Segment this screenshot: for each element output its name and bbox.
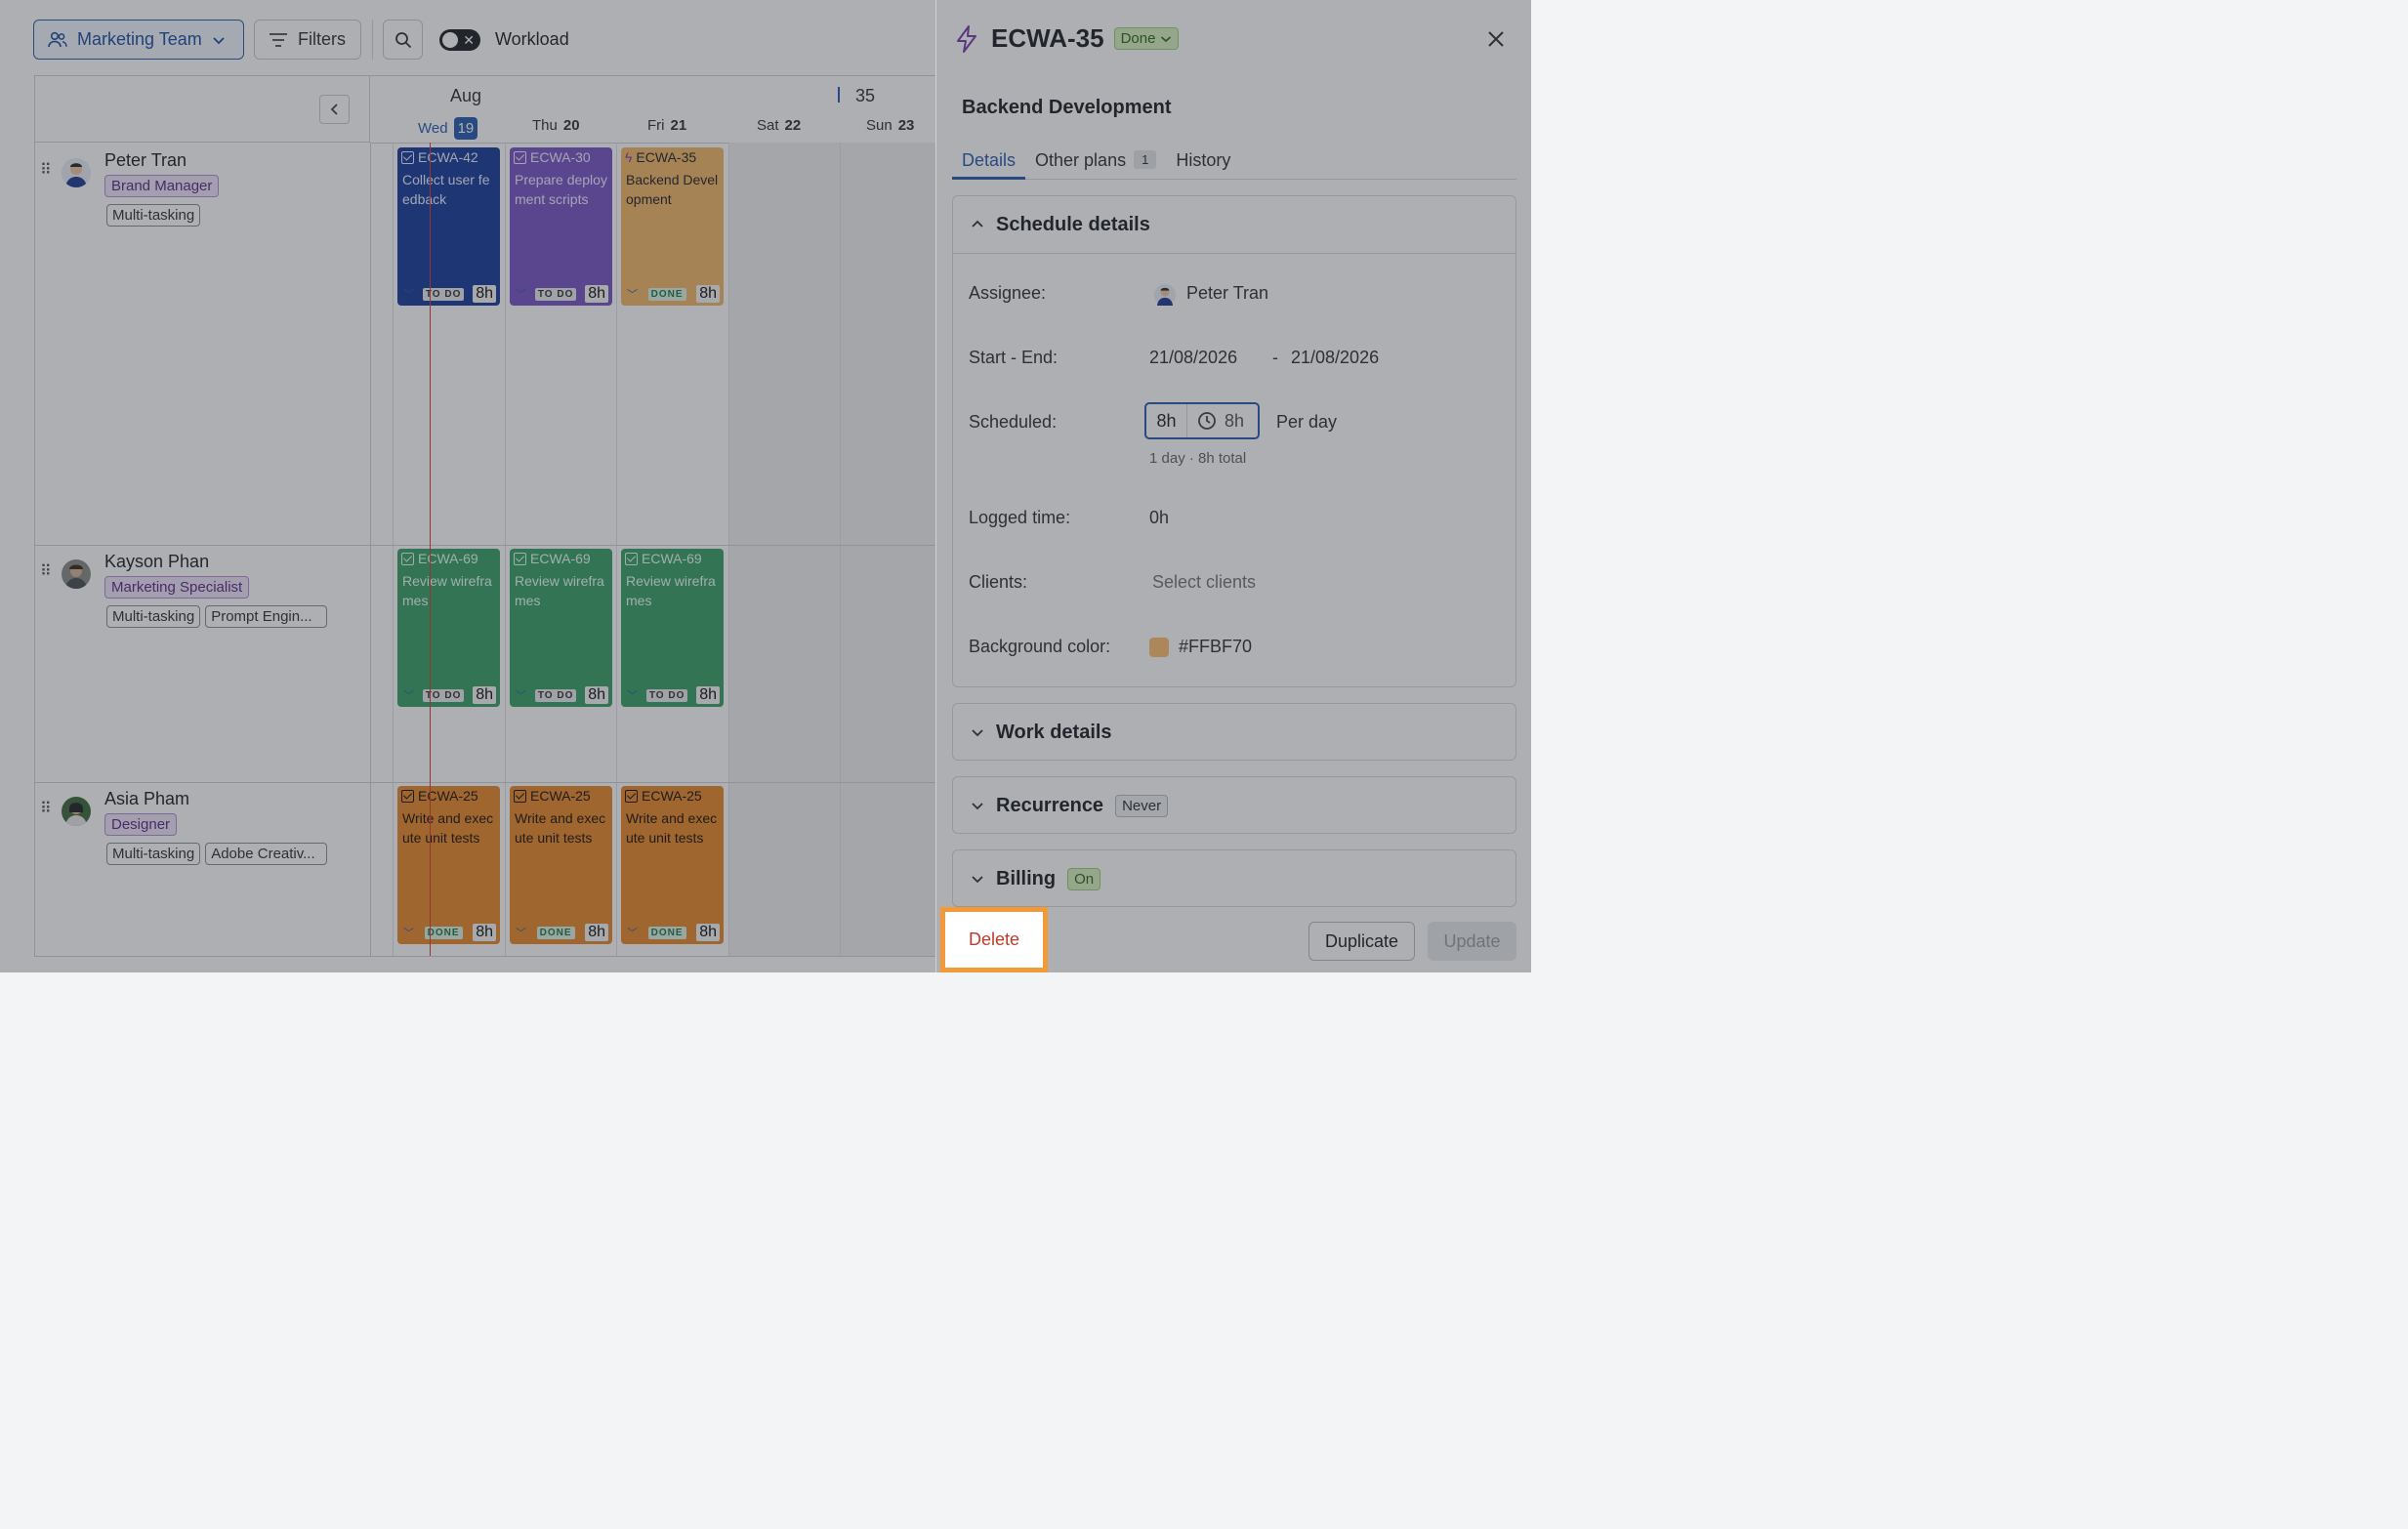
section-title: Billing [996, 867, 1057, 889]
tab-label: Details [962, 150, 1017, 170]
scheduled-label: Scheduled: [969, 412, 1058, 432]
clock-icon [1198, 412, 1216, 430]
billing-header[interactable]: Billing On [953, 850, 1515, 907]
hours-per-day-input[interactable]: 8h [1146, 404, 1187, 437]
recurrence-section: Recurrence Never [952, 776, 1516, 834]
clients-select[interactable]: Select clients [1152, 572, 1256, 593]
chevron-up-icon [972, 220, 983, 227]
resource-planner: Marketing Team Filters ✕ Workload Aug 35… [0, 0, 936, 972]
status-dropdown[interactable]: Done [1113, 27, 1180, 50]
work-details-section: Work details [952, 703, 1516, 761]
schedule-summary: 1 day · 8h total [1149, 450, 1247, 467]
background-color-label: Background color: [969, 637, 1111, 656]
section-title: Schedule details [996, 213, 1150, 235]
schedule-details-section: Schedule details Assignee: Peter Tran St… [952, 195, 1516, 687]
delete-button[interactable]: Delete [940, 907, 1048, 972]
update-button[interactable]: Update [1428, 922, 1516, 961]
logged-time-value: 0h [1149, 508, 1170, 527]
tab-label: History [1176, 150, 1231, 170]
clients-label: Clients: [969, 572, 1028, 592]
tab-other-plans[interactable]: Other plans 1 [1025, 146, 1166, 180]
date-separator: - [1272, 348, 1278, 367]
count-badge: 1 [1134, 150, 1157, 169]
duplicate-button[interactable]: Duplicate [1308, 922, 1415, 961]
tab-details[interactable]: Details [952, 146, 1026, 180]
end-date-input[interactable]: 21/08/2026 [1291, 348, 1379, 368]
close-drawer-button[interactable] [1486, 29, 1506, 54]
total-hours: 8h [1187, 411, 1244, 432]
total-hours-value: 8h [1225, 410, 1245, 431]
schedule-details-header[interactable]: Schedule details [953, 196, 1515, 253]
billing-section: Billing On [952, 849, 1516, 907]
issue-key[interactable]: ECWA-35 [991, 23, 1104, 54]
chevron-down-icon [972, 729, 983, 737]
delete-label: Delete [968, 930, 1020, 949]
chevron-down-icon [1161, 35, 1172, 42]
color-hex-value: #FFBF70 [1179, 637, 1253, 656]
assignee-value[interactable]: Peter Tran [1186, 283, 1268, 304]
billing-badge: On [1067, 867, 1101, 890]
per-day-select[interactable]: Per day [1276, 412, 1337, 433]
color-swatch [1149, 638, 1169, 658]
recurrence-header[interactable]: Recurrence Never [953, 777, 1515, 834]
tab-label: Other plans [1035, 150, 1127, 170]
status-label: Done [1120, 30, 1156, 47]
chevron-down-icon [972, 876, 983, 884]
avatar [1154, 284, 1176, 310]
lightning-icon [957, 24, 976, 53]
work-details-header[interactable]: Work details [953, 704, 1515, 761]
close-icon [1488, 31, 1504, 47]
drawer-tabs: Details Other plans 1 History [952, 146, 1516, 180]
assignee-label: Assignee: [969, 283, 1047, 303]
scheduled-hours-input[interactable]: 8h 8h [1144, 402, 1260, 439]
chevron-down-icon [972, 803, 983, 810]
background-color-picker[interactable]: #FFBF70 [1149, 637, 1253, 658]
task-title-heading: Backend Development [962, 97, 1172, 118]
drawer-header: ECWA-35 Done [956, 23, 1180, 54]
modal-backdrop[interactable] [0, 0, 935, 972]
task-detail-drawer: ECWA-35 Done Backend Development Details… [935, 0, 1531, 972]
logged-time-label: Logged time: [969, 508, 1071, 527]
start-date-input[interactable]: 21/08/2026 [1149, 348, 1237, 368]
start-end-label: Start - End: [969, 348, 1059, 367]
schedule-details-body: Assignee: Peter Tran Start - End: 21/08/… [953, 253, 1515, 686]
section-title: Recurrence [996, 794, 1104, 816]
section-title: Work details [996, 721, 1112, 743]
tab-history[interactable]: History [1166, 146, 1240, 180]
recurrence-badge: Never [1115, 794, 1169, 817]
